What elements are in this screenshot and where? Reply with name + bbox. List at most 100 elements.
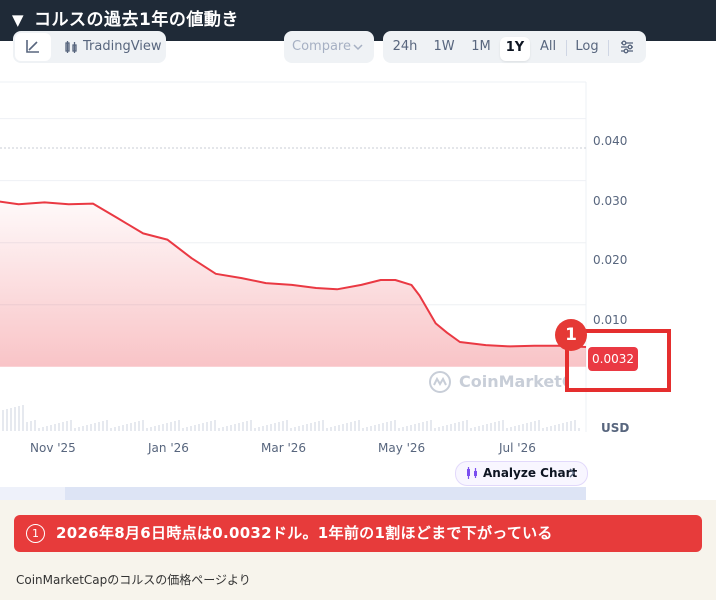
volume-bar bbox=[530, 422, 532, 431]
volume-bar bbox=[30, 421, 32, 431]
volume-bar bbox=[42, 427, 44, 431]
x-tick-label: Jan '26 bbox=[148, 441, 189, 455]
volume-bar bbox=[10, 408, 12, 431]
volume-bar bbox=[210, 421, 212, 431]
volume-bar bbox=[194, 425, 196, 431]
volume-bar bbox=[318, 421, 320, 431]
volume-bar bbox=[446, 425, 448, 431]
source-caption: CoinMarketCapのコルスの価格ページより bbox=[16, 573, 251, 587]
volume-bar bbox=[402, 427, 404, 431]
volume-bar bbox=[494, 422, 496, 431]
volume-bar bbox=[250, 420, 252, 431]
volume-bar bbox=[302, 425, 304, 431]
volume-bar bbox=[378, 424, 380, 431]
volume-bar bbox=[106, 420, 108, 431]
volume-bar bbox=[114, 427, 116, 431]
volume-bar bbox=[14, 407, 16, 431]
volume-bar bbox=[458, 422, 460, 431]
volume-bar bbox=[370, 426, 372, 431]
volume-bar bbox=[550, 426, 552, 431]
x-tick-label: Mar '26 bbox=[261, 441, 307, 455]
volume-bar bbox=[54, 424, 56, 431]
volume-bar bbox=[322, 420, 324, 431]
volume-bar bbox=[314, 422, 316, 431]
y-tick-label: 0.020 bbox=[593, 253, 628, 267]
volume-bar bbox=[162, 424, 164, 431]
volume-bar bbox=[354, 421, 356, 431]
volume-bar bbox=[330, 427, 332, 431]
volume-bar bbox=[434, 428, 436, 431]
volume-bar bbox=[50, 425, 52, 431]
volume-bar bbox=[514, 426, 516, 431]
volume-bars bbox=[2, 405, 580, 431]
volume-bar bbox=[98, 422, 100, 431]
volume-bar bbox=[18, 406, 20, 431]
volume-bar bbox=[254, 428, 256, 431]
volume-bar bbox=[438, 427, 440, 431]
volume-bar bbox=[274, 423, 276, 431]
volume-bar bbox=[578, 428, 580, 431]
volume-bar bbox=[418, 423, 420, 431]
volume-bar bbox=[142, 420, 144, 431]
volume-bar bbox=[518, 425, 520, 431]
volume-bar bbox=[398, 428, 400, 431]
volume-bar bbox=[122, 425, 124, 431]
volume-bar bbox=[202, 423, 204, 431]
volume-bar bbox=[430, 420, 432, 431]
volume-bar bbox=[466, 420, 468, 431]
volume-bar bbox=[226, 426, 228, 431]
watermark-text: CoinMarketCap bbox=[459, 373, 566, 391]
volume-bar bbox=[542, 428, 544, 431]
analyze-chart-label: Analyze Chart bbox=[483, 466, 578, 480]
currency-unit-label: USD bbox=[601, 421, 630, 435]
volume-bar bbox=[86, 425, 88, 431]
callout-text: 2026年8月6日時点は0.0032ドル。1年前の1割ほどまで下がっている bbox=[56, 524, 553, 542]
volume-bar bbox=[258, 427, 260, 431]
volume-bar bbox=[138, 421, 140, 431]
volume-bar bbox=[78, 427, 80, 431]
coinmarketcap-logo-icon bbox=[429, 371, 451, 393]
volume-bar bbox=[382, 423, 384, 431]
x-tick-label: Nov '25 bbox=[30, 441, 76, 455]
volume-bar bbox=[570, 421, 572, 431]
volume-bar bbox=[2, 410, 4, 431]
chevron-right-icon bbox=[569, 468, 575, 478]
volume-bar bbox=[158, 425, 160, 431]
volume-bar bbox=[386, 422, 388, 431]
y-tick-label: 0.030 bbox=[593, 194, 628, 208]
analyze-chart-button[interactable]: Analyze Chart bbox=[455, 461, 588, 486]
navigator-selection[interactable] bbox=[65, 487, 586, 500]
volume-bar bbox=[286, 420, 288, 431]
volume-bar bbox=[574, 420, 576, 431]
volume-bar bbox=[186, 427, 188, 431]
annotation-number-badge: 1 bbox=[555, 319, 587, 351]
volume-bar bbox=[22, 405, 24, 431]
volume-bar bbox=[190, 426, 192, 431]
volume-bar bbox=[334, 426, 336, 431]
volume-bar bbox=[94, 423, 96, 431]
y-tick-label: 0.010 bbox=[593, 313, 628, 327]
volume-bar bbox=[74, 428, 76, 431]
volume-bar bbox=[450, 424, 452, 431]
volume-bar bbox=[546, 427, 548, 431]
volume-bar bbox=[134, 422, 136, 431]
volume-bar bbox=[490, 423, 492, 431]
volume-bar bbox=[338, 425, 340, 431]
volume-bar bbox=[534, 421, 536, 431]
volume-bar bbox=[294, 427, 296, 431]
volume-bar bbox=[310, 423, 312, 431]
volume-bar bbox=[554, 425, 556, 431]
callout-number: 1 bbox=[26, 524, 45, 543]
volume-bar bbox=[522, 424, 524, 431]
volume-bar bbox=[146, 428, 148, 431]
volume-bar bbox=[234, 424, 236, 431]
volume-bar bbox=[566, 422, 568, 431]
volume-bar bbox=[110, 428, 112, 431]
range-navigator[interactable] bbox=[0, 487, 586, 500]
volume-bar bbox=[306, 424, 308, 431]
volume-bar bbox=[290, 428, 292, 431]
volume-bar bbox=[262, 426, 264, 431]
y-tick-label: 0.040 bbox=[593, 134, 628, 148]
x-tick-label: May '26 bbox=[378, 441, 426, 455]
volume-bar bbox=[238, 423, 240, 431]
